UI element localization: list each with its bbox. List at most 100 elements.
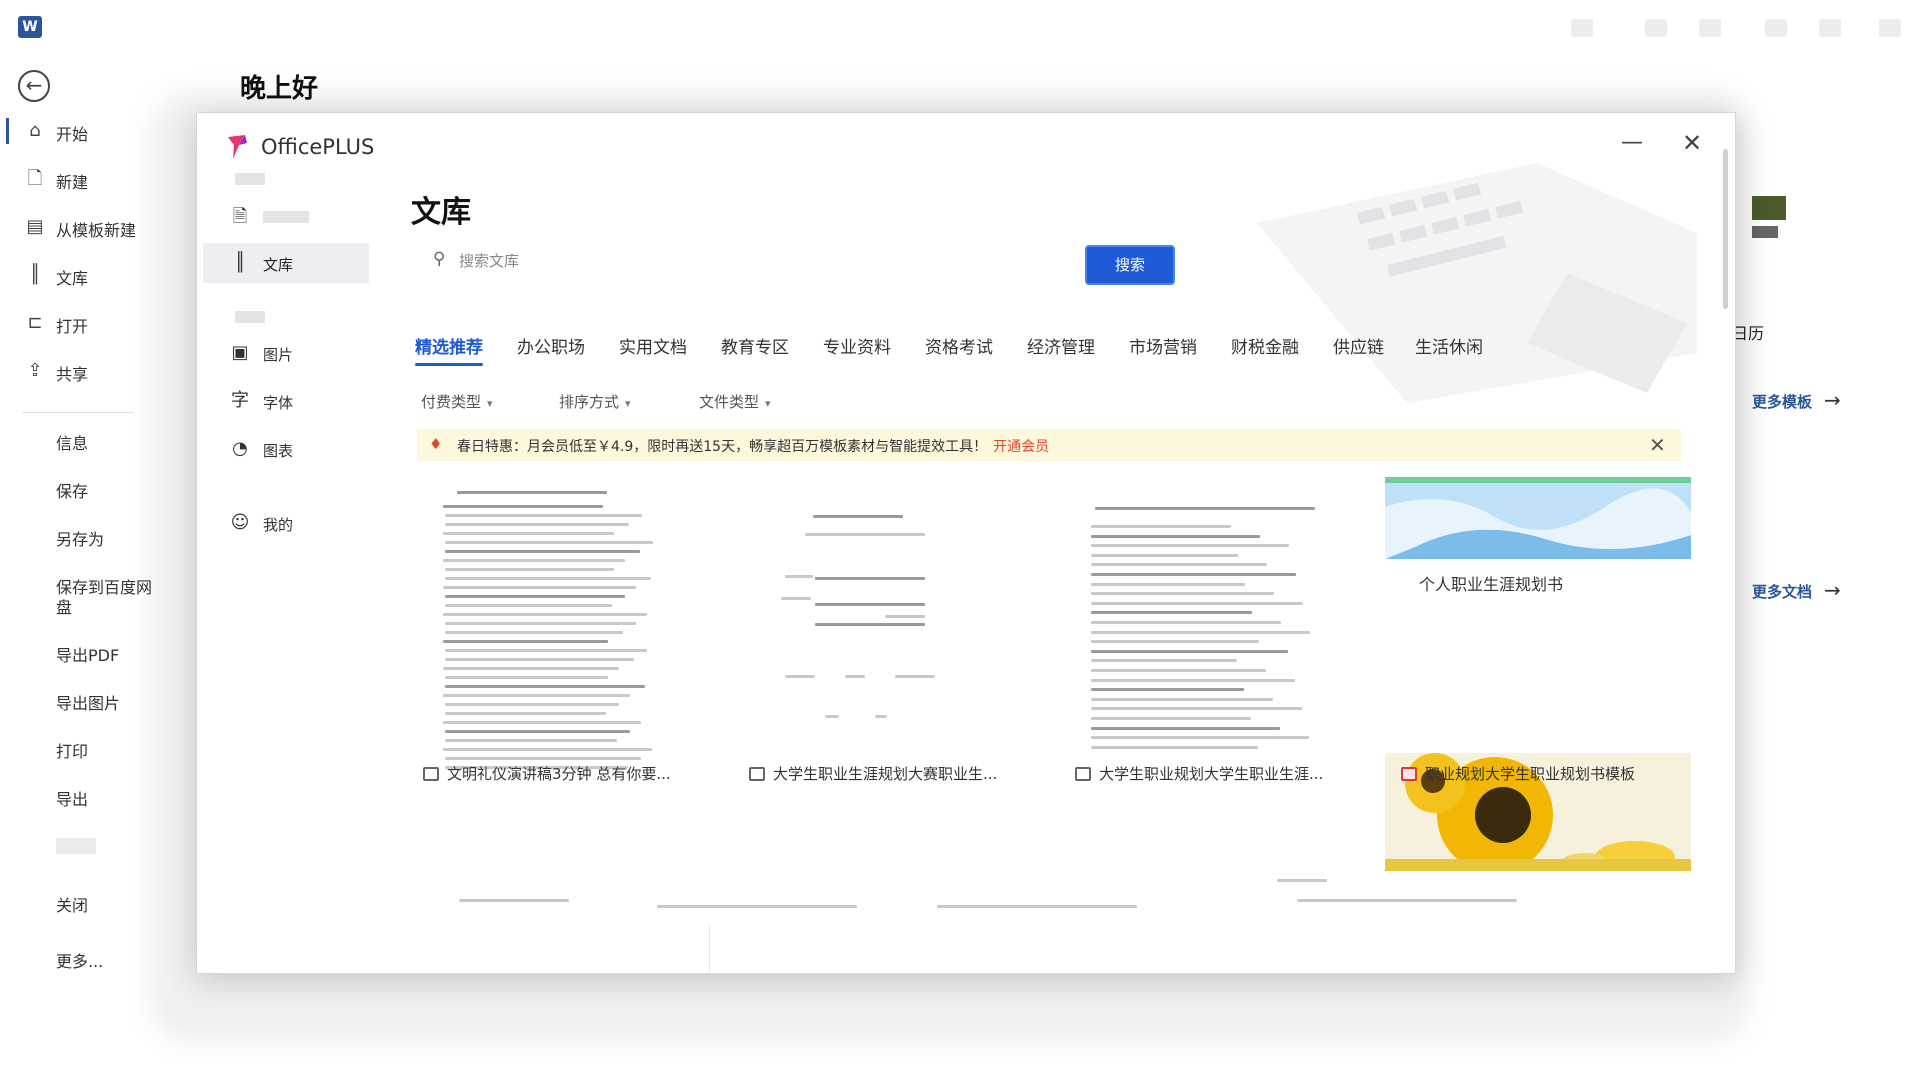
nav-item-save-to-baidu[interactable]: 保存到百度网盘 (56, 578, 156, 618)
doc-preview-line (1091, 621, 1281, 624)
sidebar-item-library[interactable]: ║ 文库 (203, 243, 369, 283)
back-button[interactable]: ← (18, 70, 50, 102)
more-templates-link[interactable]: 更多模板 → (1752, 388, 1841, 412)
arrow-right-icon: → (1824, 578, 1841, 602)
nav-item-export-image[interactable]: 导出图片 (56, 694, 156, 714)
tab-finance[interactable]: 财税金融 (1231, 333, 1299, 358)
word-logo-icon: W (18, 16, 42, 38)
promo-message: 春日特惠：月会员低至￥4.9，限时再送15天，畅享超百万模板素材与智能提效工具！ (457, 439, 988, 455)
doc-preview-line (1091, 659, 1237, 663)
tab-education[interactable]: 教育专区 (721, 333, 789, 358)
doc-preview-line (445, 739, 617, 742)
tab-office[interactable]: 办公职场 (517, 333, 585, 358)
sidebar-item-images[interactable]: ▣ 图片 (203, 333, 369, 373)
nav-item-placeholder[interactable] (56, 838, 96, 854)
doc-preview-line (457, 491, 607, 494)
nav-item-export[interactable]: 导出 (56, 790, 156, 810)
doc-preview-line (657, 905, 857, 908)
sidebar-item-label: 图表 (263, 442, 294, 460)
sidebar-item-fonts[interactable]: 字 字体 (203, 381, 369, 421)
doc-preview-line (445, 523, 629, 526)
sidebar-item-charts[interactable]: ◔ 图表 (203, 429, 369, 469)
sidebar-item-label (263, 211, 309, 223)
doc-preview-line (815, 603, 925, 606)
close-icon[interactable]: ✕ (1649, 433, 1666, 457)
maximize-button[interactable] (1810, 12, 1850, 44)
nav-item-library[interactable]: ║ 文库 (0, 256, 140, 294)
sidebar-section-label (235, 311, 265, 323)
word-doc-icon (749, 767, 765, 781)
chart-icon: ◔ (232, 438, 248, 459)
doc-card-caption[interactable]: 大学生职业生涯规划大赛职业生... (749, 763, 997, 784)
doc-card-caption[interactable]: 文明礼仪演讲稿3分钟 总有你要... (423, 763, 671, 784)
more-docs-link[interactable]: 更多文档 → (1752, 578, 1841, 602)
home-icon: ⌂ (29, 120, 41, 141)
sidebar-section-label (235, 173, 265, 185)
doc-preview (745, 485, 1005, 775)
nav-item-info[interactable]: 信息 (56, 434, 156, 454)
nav-item-save-as[interactable]: 另存为 (56, 530, 156, 550)
close-window-button[interactable] (1870, 12, 1910, 44)
doc-preview-line (1091, 563, 1267, 567)
tab-exams[interactable]: 资格考试 (925, 333, 993, 358)
search-button[interactable]: 搜索 (1085, 245, 1175, 285)
word-doc-icon (1075, 767, 1091, 781)
more-templates-label: 更多模板 (1752, 393, 1813, 411)
minimize-button[interactable] (1756, 12, 1796, 44)
tab-economics[interactable]: 经济管理 (1027, 333, 1095, 358)
settings-button[interactable] (1636, 12, 1676, 44)
tab-practical[interactable]: 实用文档 (619, 333, 687, 358)
help-button[interactable] (1690, 12, 1730, 44)
tab-lifestyle[interactable]: 生活休闲 (1415, 333, 1483, 358)
doc-card[interactable] (407, 485, 707, 775)
nav-item-new[interactable]: 🗋 新建 (0, 160, 140, 198)
tab-professional[interactable]: 专业资料 (823, 333, 891, 358)
doc-card[interactable] (725, 485, 1025, 775)
nav-item-export-pdf[interactable]: 导出PDF (56, 646, 156, 666)
doc-preview-line (1091, 697, 1273, 701)
nav-item-label: 共享 (56, 365, 89, 384)
filter-file-type[interactable]: 文件类型 ▾ (699, 391, 771, 412)
doc-preview-line (815, 577, 925, 580)
nav-item-open[interactable]: ⊏ 打开 (0, 304, 140, 342)
doc-card-caption[interactable]: 职业规划大学生职业规划书模板 (1401, 763, 1635, 784)
doc-preview-line (445, 703, 619, 706)
font-icon: 字 (231, 390, 249, 411)
image-icon: ▣ (231, 342, 249, 363)
nav-item-start[interactable]: ⌂ 开始 (0, 112, 140, 150)
filter-label: 付费类型 (421, 393, 482, 411)
doc-preview-line (781, 597, 811, 600)
filter-payment-type[interactable]: 付费类型 ▾ (421, 391, 493, 412)
chevron-down-icon: ▾ (765, 397, 771, 410)
scrollbar[interactable] (1723, 149, 1728, 309)
doc-preview-line (1091, 745, 1258, 749)
doc-preview-line (1091, 736, 1309, 740)
nav-item-print[interactable]: 打印 (56, 742, 156, 762)
doc-card[interactable] (1055, 485, 1355, 775)
doc-preview-line (445, 514, 642, 517)
template-card-thumbnail[interactable] (1385, 477, 1691, 645)
nav-item-more[interactable]: 更多... (56, 952, 156, 972)
nav-item-label: 文库 (56, 269, 89, 288)
tab-featured[interactable]: 精选推荐 (415, 333, 483, 366)
nav-item-new-from-template[interactable]: ▤ 从模板新建 (0, 208, 140, 246)
tab-marketing[interactable]: 市场营销 (1129, 333, 1197, 358)
tab-supply-chain[interactable]: 供应链 (1333, 333, 1384, 358)
doc-preview-line (443, 586, 636, 589)
sidebar-item-mine[interactable]: ☺ 我的 (203, 503, 369, 543)
doc-preview-line (813, 515, 903, 518)
account-button[interactable] (1562, 12, 1602, 44)
doc-card-caption[interactable]: 大学生职业规划大学生职业生涯... (1075, 763, 1323, 784)
thumbnail-label (1752, 226, 1778, 238)
doc-preview-line (445, 577, 651, 580)
search-input[interactable] (459, 247, 1039, 275)
promo-link[interactable]: 开通会员 (993, 439, 1049, 455)
nav-item-close[interactable]: 关闭 (56, 896, 156, 916)
filter-sort[interactable]: 排序方式 ▾ (559, 391, 631, 412)
nav-item-save[interactable]: 保存 (56, 482, 156, 502)
promo-banner: ♦ 春日特惠：月会员低至￥4.9，限时再送15天，畅享超百万模板素材与智能提效工… (417, 429, 1681, 461)
sidebar-item-label: 我的 (263, 516, 294, 534)
sidebar-item-doc[interactable]: 🗎 (203, 197, 369, 237)
blank-doc-thumbnail[interactable] (1752, 196, 1786, 220)
nav-item-share[interactable]: ⇪ 共享 (0, 352, 140, 390)
